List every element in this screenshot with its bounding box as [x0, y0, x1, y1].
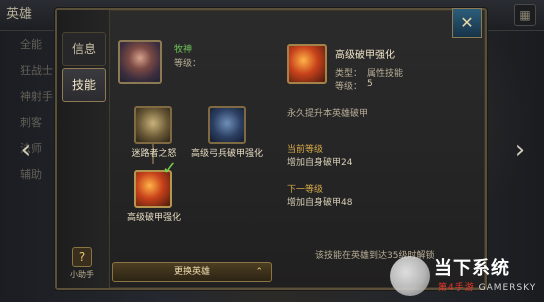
skill-icon-archer-armor-break[interactable] [208, 106, 246, 144]
chevron-up-icon: ⌃ [255, 267, 263, 277]
hero-skill-dialog: 信息 技能 ? 小助手 牧神 等级： 迷路者之怒 高级弓兵破甲强化 ✓ 高级破甲… [55, 8, 487, 290]
tab-column: 信息 技能 ? 小助手 [57, 10, 110, 288]
skill-type-value: 属性技能 [367, 69, 404, 79]
hero-name: 牧神 [174, 45, 193, 55]
close-button[interactable]: ✕ [452, 8, 482, 38]
prev-arrow-icon[interactable]: ‹ [18, 130, 34, 170]
skill-label: 高级破甲强化 [126, 213, 181, 223]
watermark-logo [390, 256, 430, 296]
help-label: 小助手 [70, 270, 94, 279]
next-level-header: 下一等级 [287, 185, 324, 195]
tab-skills[interactable]: 技能 [62, 68, 106, 102]
watermark: 当下系统 第4手游 GAMERSKY [390, 250, 540, 298]
skill-tree-panel: 牧神 等级： 迷路者之怒 高级弓兵破甲强化 ✓ 高级破甲强化 [112, 14, 270, 282]
tab-info[interactable]: 信息 [62, 32, 106, 66]
skill-icon-lost-rage[interactable] [134, 106, 172, 144]
change-hero-button[interactable]: 更换英雄 ⌃ [112, 262, 272, 282]
skill-title: 高级破甲强化 [335, 50, 395, 61]
skill-level-label: 等级： [335, 82, 363, 92]
change-hero-label: 更换英雄 [173, 267, 210, 277]
skill-description: 永久提升本英雄破甲 [287, 109, 369, 119]
grid-icon[interactable]: ▦ [514, 4, 536, 26]
next-level-value: 增加自身破甲48 [287, 198, 353, 208]
close-icon: ✕ [460, 13, 474, 32]
hero-portrait [118, 40, 162, 84]
skill-detail-panel: 高级破甲强化 类型： 属性技能 等级： 5 永久提升本英雄破甲 当前等级 增加自… [285, 14, 481, 282]
current-level-header: 当前等级 [287, 145, 324, 155]
skill-detail-icon [287, 44, 327, 84]
skill-label: 高级弓兵破甲强化 [190, 149, 263, 159]
check-icon: ✓ [162, 158, 178, 179]
next-arrow-icon[interactable]: › [512, 130, 528, 170]
bg-list-item: 狂战士 [20, 64, 53, 77]
watermark-subtext: 第4手游 GAMERSKY [438, 283, 537, 293]
question-icon: ? [72, 247, 92, 267]
header-title: 英雄 [6, 7, 33, 22]
current-level-value: 增加自身破甲24 [287, 158, 353, 168]
hero-level-label: 等级： [174, 59, 202, 69]
help-button[interactable]: ? 小助手 [65, 247, 99, 280]
skill-type-label: 类型： [335, 69, 363, 79]
skill-level-value: 5 [367, 79, 373, 89]
bg-list-item: 神射手 [20, 90, 53, 103]
bg-list-item: 全能 [20, 38, 42, 51]
watermark-text: 当下系统 [434, 258, 510, 279]
